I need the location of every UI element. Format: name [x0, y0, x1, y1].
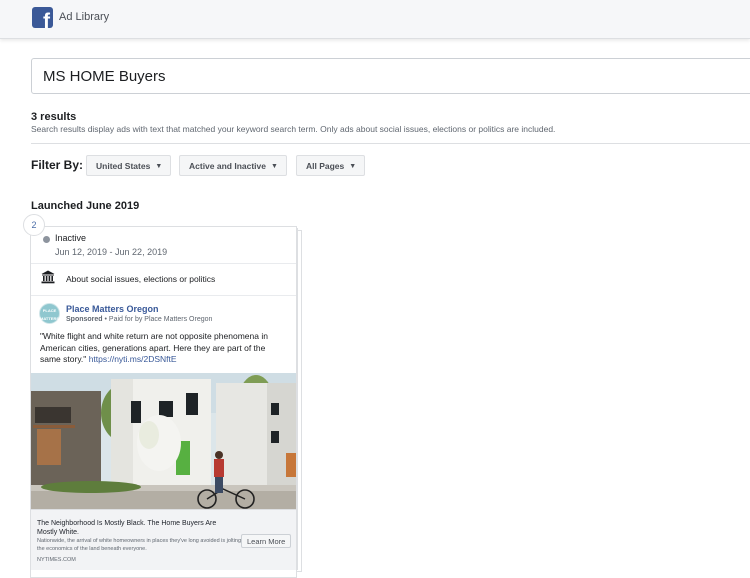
filter-status-dropdown[interactable]: Active and Inactive ▼: [179, 155, 287, 176]
filter-country-label: United States: [96, 161, 151, 171]
top-bar: f Ad Library: [0, 0, 750, 39]
results-count: 3 results: [31, 111, 77, 123]
link-description: Nationwide, the arrival of white homeown…: [37, 538, 242, 552]
ad-body-link[interactable]: https://nyti.ms/2DSNftE: [89, 354, 177, 364]
search-input-value[interactable]: MS HOME Buyers: [43, 68, 166, 85]
results-note: Search results display ads with text tha…: [31, 124, 556, 134]
page-avatar[interactable]: PLACE MATTERS: [39, 303, 60, 324]
learn-more-button[interactable]: Learn More: [241, 534, 292, 548]
search-input[interactable]: MS HOME Buyers: [31, 58, 750, 94]
caret-down-icon: ▼: [349, 163, 357, 170]
ad-status: Inactive: [55, 233, 87, 243]
link-preview[interactable]: The Neighborhood Is Mostly Black. The Ho…: [31, 509, 296, 570]
sponsored-label: Sponsored: [66, 316, 103, 323]
sponsor-line: Sponsored • Paid for by Place Matters Or…: [66, 316, 212, 323]
page-name-link[interactable]: Place Matters Oregon: [66, 304, 159, 314]
filter-label: Filter By:: [31, 158, 84, 172]
institution-icon: [41, 270, 55, 284]
caret-down-icon: ▼: [155, 163, 163, 170]
facebook-logo-icon[interactable]: f: [32, 7, 53, 28]
launch-group-heading: Launched June 2019: [31, 200, 140, 212]
filter-pages-dropdown[interactable]: All Pages ▼: [296, 155, 366, 176]
divider: [31, 295, 296, 296]
filter-status-label: Active and Inactive: [189, 161, 267, 171]
ad-photo[interactable]: [31, 373, 296, 509]
filter-country-dropdown[interactable]: United States ▼: [86, 155, 172, 176]
ad-category: About social issues, elections or politi…: [66, 274, 216, 284]
divider: [31, 263, 296, 264]
ad-count-badge: 2: [23, 214, 45, 236]
app-title[interactable]: Ad Library: [59, 11, 109, 23]
link-domain: NYTIMES.COM: [37, 557, 76, 563]
ad-date-range: Jun 12, 2019 - Jun 22, 2019: [55, 247, 168, 257]
ad-body-text: "White flight and white return are not o…: [40, 331, 288, 366]
caret-down-icon: ▼: [271, 163, 278, 170]
filter-pages-label: All Pages: [306, 161, 345, 171]
divider: [31, 143, 750, 144]
status-dot-icon: [43, 236, 50, 243]
link-headline[interactable]: The Neighborhood Is Mostly Black. The Ho…: [37, 519, 237, 537]
paid-for-label: • Paid for by Place Matters Oregon: [102, 316, 213, 323]
ad-card[interactable]: Inactive Jun 12, 2019 - Jun 22, 2019 Abo…: [30, 226, 297, 578]
